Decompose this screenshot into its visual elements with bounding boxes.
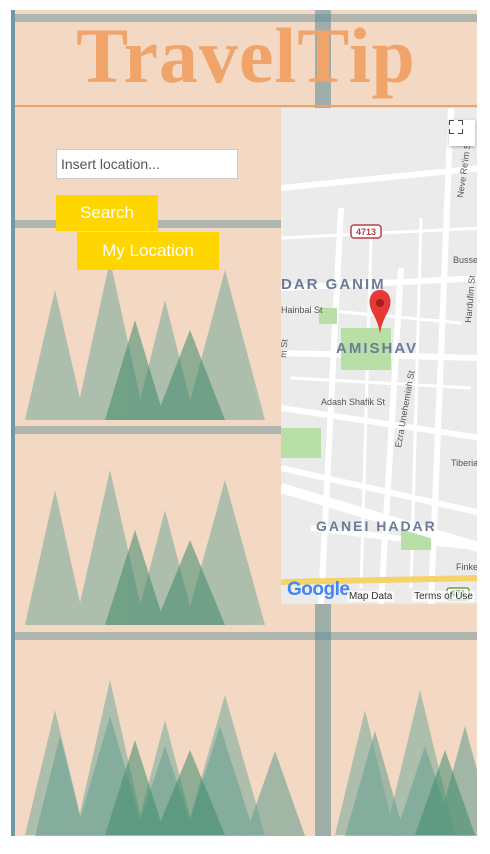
map-marker-icon[interactable] <box>369 290 391 334</box>
map[interactable]: 4713 DAR GANIM Hainbal St AMISHAV Adash … <box>281 108 477 604</box>
map-label-dar-ganim: DAR GANIM <box>281 276 386 293</box>
google-logo: Google <box>287 579 350 600</box>
map-label-adash: Adash Shafik St <box>321 397 386 407</box>
terms-of-use-link[interactable]: Terms of Use <box>412 591 475 602</box>
fullscreen-icon[interactable] <box>449 120 475 146</box>
app-background: TravelTip Search My Location 4713 DAR GA… <box>11 10 477 836</box>
map-road-4713: 4713 <box>356 227 376 237</box>
map-label-busse: Busse <box>453 255 477 265</box>
search-button[interactable]: Search <box>56 195 158 231</box>
map-label-amishav: AMISHAV <box>336 340 418 357</box>
app-header: TravelTip <box>15 10 477 107</box>
app-title: TravelTip <box>76 12 416 99</box>
map-label-ganei-hadar: GANEI HADAR <box>316 518 437 534</box>
map-canvas: 4713 DAR GANIM Hainbal St AMISHAV Adash … <box>281 108 477 604</box>
map-label-finkel: Finkel <box>456 562 477 572</box>
search-input[interactable] <box>56 149 238 179</box>
map-data-link[interactable]: Map Data <box>347 591 395 602</box>
map-footer: Google Map Data Terms of Use <box>281 578 477 604</box>
trees-decoration-4 <box>25 680 475 835</box>
map-label-tiberia: Tiberia <box>451 458 477 468</box>
map-label-hainbal: Hainbal St <box>281 305 323 315</box>
my-location-button[interactable]: My Location <box>77 232 219 270</box>
